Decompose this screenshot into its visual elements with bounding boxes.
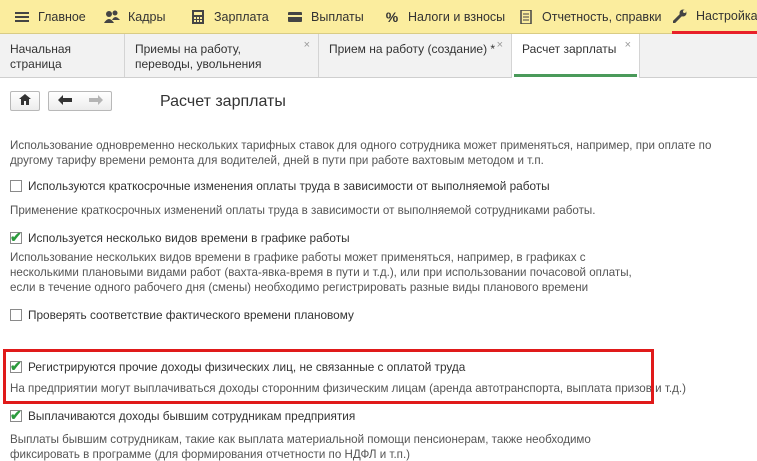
menu-label: Кадры <box>128 10 166 24</box>
tab-label: Прием на работу (создание) * <box>329 42 496 56</box>
tab-hiring-create[interactable]: Прием на работу (создание) * × <box>319 34 512 77</box>
checkbox-unchecked[interactable] <box>10 309 22 321</box>
arrow-right-icon[interactable] <box>88 94 103 108</box>
percent-icon: % <box>385 9 399 25</box>
history-nav <box>48 91 112 111</box>
setting-check-actual-time: Проверять соответствие фактического врем… <box>10 308 354 322</box>
menu-item-settings[interactable]: Настройка <box>672 0 757 34</box>
menu-item-payments[interactable]: Выплаты <box>287 0 364 34</box>
document-icon <box>518 9 534 25</box>
setting-short-term-pay-changes: Используются краткосрочные изменения опл… <box>10 179 550 193</box>
menu-label: Настройка <box>696 8 757 23</box>
menu-label: Зарплата <box>214 10 269 24</box>
checkmark-icon: ✔ <box>10 407 22 423</box>
setting-label[interactable]: Используются краткосрочные изменения опл… <box>28 179 550 193</box>
checkmark-icon: ✔ <box>10 229 22 245</box>
menu-label: Отчетность, справки <box>542 10 662 24</box>
main-menu-bar: Главное Кадры Зарплата Выплаты % Налоги … <box>0 0 757 34</box>
wallet-icon <box>287 9 303 25</box>
checkbox-checked[interactable]: ✔ <box>10 229 22 245</box>
scroll-edge <box>0 119 757 127</box>
form-toolbar <box>0 79 757 119</box>
people-icon <box>104 9 120 25</box>
menu-item-main[interactable]: Главное <box>14 0 86 34</box>
checkbox-unchecked[interactable] <box>10 180 22 192</box>
active-tab-indicator <box>514 74 637 77</box>
tab-label: Начальная страница <box>10 42 72 71</box>
setting-former-employees-income: ✔ Выплачиваются доходы бывшим сотрудника… <box>10 407 355 423</box>
tab-start-page[interactable]: Начальная страница <box>0 34 125 77</box>
menu-item-personnel[interactable]: Кадры <box>104 0 165 34</box>
tab-hiring-list[interactable]: Приемы на работу, переводы, увольнения × <box>125 34 319 77</box>
menu-item-taxes[interactable]: % Налоги и взносы <box>384 0 505 34</box>
menu-label: Налоги и взносы <box>408 10 506 24</box>
tab-bar: Начальная страница Приемы на работу, пер… <box>0 34 757 78</box>
wrench-icon <box>672 8 688 24</box>
highlight-frame <box>3 349 654 404</box>
tab-label: Расчет зарплаты <box>522 42 617 56</box>
close-icon[interactable]: × <box>497 38 503 53</box>
tab-salary-calc[interactable]: Расчет зарплаты × <box>512 34 640 78</box>
setting-label[interactable]: Выплачиваются доходы бывшим сотрудникам … <box>28 409 355 423</box>
setting-description: Применение краткосрочных изменений оплат… <box>10 204 596 217</box>
home-icon <box>19 94 31 108</box>
setting-multiple-time-types: ✔ Используется несколько видов времени в… <box>10 229 350 245</box>
setting-description: Использование нескольких видов времени в… <box>10 251 632 294</box>
hamburger-icon <box>14 9 30 25</box>
setting-description: Использование одновременно нескольких та… <box>10 139 712 167</box>
home-button[interactable] <box>10 91 40 111</box>
setting-label[interactable]: Используется несколько видов времени в г… <box>28 231 350 245</box>
tab-label: Приемы на работу, переводы, увольнения <box>135 42 262 71</box>
menu-item-reports[interactable]: Отчетность, справки <box>518 0 662 34</box>
settings-panel: Использование одновременно нескольких та… <box>0 119 757 461</box>
menu-label: Главное <box>38 10 86 24</box>
close-icon[interactable]: × <box>304 38 310 53</box>
setting-description: Выплаты бывшим сотрудникам, такие как вы… <box>10 433 591 461</box>
checkbox-checked[interactable]: ✔ <box>10 407 22 423</box>
close-icon[interactable]: × <box>625 38 631 53</box>
page-title: Расчет зарплаты <box>160 93 286 110</box>
menu-label: Выплаты <box>311 10 364 24</box>
calculator-icon <box>190 9 206 25</box>
menu-item-salary[interactable]: Зарплата <box>190 0 269 34</box>
arrow-left-icon[interactable] <box>57 94 72 108</box>
setting-label[interactable]: Проверять соответствие фактического врем… <box>28 308 354 322</box>
